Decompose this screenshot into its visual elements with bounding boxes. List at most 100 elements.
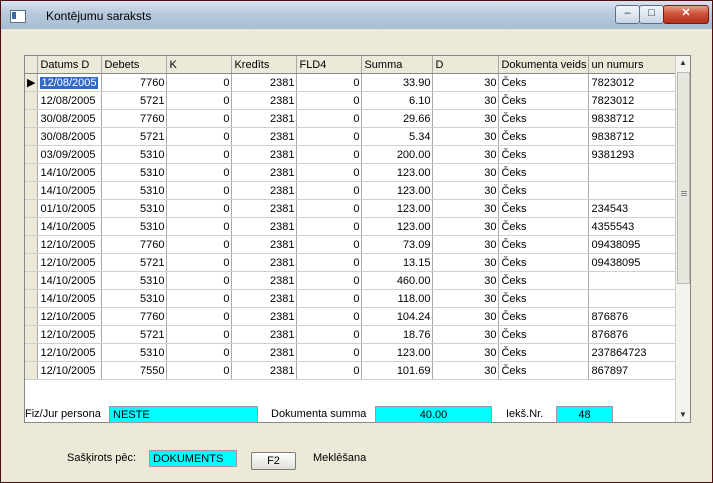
table-cell[interactable]: 0 xyxy=(296,325,363,344)
table-row[interactable]: 12/10/2005 5721 0 2381 0 13.15 30 Čeks 09438095 xyxy=(25,253,678,272)
table-cell[interactable]: 30 xyxy=(432,163,500,182)
table-cell[interactable] xyxy=(588,271,678,290)
table-cell[interactable]: 0 xyxy=(296,199,363,218)
table-cell[interactable]: Čeks xyxy=(498,361,590,380)
table-cell[interactable]: 104.24 xyxy=(361,307,434,326)
table-cell[interactable]: 101.69 xyxy=(361,361,434,380)
table-cell[interactable]: 30 xyxy=(432,343,500,362)
table-cell[interactable]: 2381 xyxy=(231,271,298,290)
table-cell[interactable]: 2381 xyxy=(231,109,298,128)
table-cell[interactable]: 0 xyxy=(296,91,363,110)
col-header-summa[interactable]: Summa xyxy=(361,56,434,74)
table-cell[interactable]: 12/10/2005 xyxy=(37,325,103,344)
col-header-d[interactable]: D xyxy=(432,56,500,74)
table-cell[interactable]: 0 xyxy=(296,343,363,362)
table-row[interactable]: 12/10/2005 5310 0 2381 0 123.00 30 Čeks 23786472… xyxy=(25,343,678,362)
table-cell[interactable]: 2381 xyxy=(231,199,298,218)
scroll-thumb[interactable] xyxy=(677,72,690,284)
table-cell[interactable]: 5310 xyxy=(101,181,168,200)
table-cell[interactable]: 5721 xyxy=(101,253,168,272)
table-cell[interactable]: 5.34 xyxy=(361,127,434,146)
row-indicator[interactable] xyxy=(25,181,39,200)
table-cell[interactable]: 0 xyxy=(296,253,363,272)
table-cell[interactable]: 2381 xyxy=(231,163,298,182)
table-cell[interactable]: 123.00 xyxy=(361,199,434,218)
col-header-kredits[interactable]: Kredīts xyxy=(231,56,298,74)
table-cell[interactable]: 2381 xyxy=(231,145,298,164)
table-cell[interactable]: 7760 xyxy=(101,307,168,326)
row-indicator[interactable] xyxy=(25,253,39,272)
table-cell[interactable]: 14/10/2005 xyxy=(37,181,103,200)
table-cell[interactable]: Čeks xyxy=(498,109,590,128)
row-indicator[interactable] xyxy=(25,199,39,218)
table-cell[interactable]: 9838712 xyxy=(588,127,678,146)
table-cell[interactable]: 2381 xyxy=(231,73,298,92)
col-header-datums[interactable]: Datums D xyxy=(37,56,103,74)
table-cell[interactable]: 12/08/2005 xyxy=(37,91,103,110)
table-cell[interactable]: 5310 xyxy=(101,163,168,182)
table-cell[interactable]: 5310 xyxy=(101,271,168,290)
table-cell[interactable]: 14/10/2005 xyxy=(37,271,103,290)
col-header-k[interactable]: K xyxy=(166,56,233,74)
table-cell[interactable]: 14/10/2005 xyxy=(37,289,103,308)
iek-nr-field[interactable]: 48 xyxy=(556,406,613,423)
table-cell[interactable]: 123.00 xyxy=(361,181,434,200)
table-cell[interactable]: 12/08/2005 xyxy=(37,73,103,92)
table-cell[interactable]: 30 xyxy=(432,109,500,128)
current-row-arrow-icon[interactable]: ▶ xyxy=(25,73,39,92)
table-cell[interactable]: 18.76 xyxy=(361,325,434,344)
table-cell[interactable]: 30 xyxy=(432,289,500,308)
close-button[interactable]: ✕ xyxy=(663,5,709,24)
table-cell[interactable]: 0 xyxy=(296,127,363,146)
table-cell[interactable]: Čeks xyxy=(498,325,590,344)
table-cell[interactable]: Čeks xyxy=(498,217,590,236)
table-cell[interactable] xyxy=(588,181,678,200)
table-cell[interactable]: 30 xyxy=(432,127,500,146)
table-cell[interactable]: 2381 xyxy=(231,181,298,200)
table-cell[interactable]: 03/09/2005 xyxy=(37,145,103,164)
table-cell[interactable]: 2381 xyxy=(231,91,298,110)
table-row[interactable]: 14/10/2005 5310 0 2381 0 123.00 30 Čeks 4355543 xyxy=(25,217,678,236)
table-cell[interactable]: 123.00 xyxy=(361,217,434,236)
table-cell[interactable]: 01/10/2005 xyxy=(37,199,103,218)
row-indicator[interactable] xyxy=(25,163,39,182)
row-indicator[interactable] xyxy=(25,217,39,236)
table-cell[interactable]: 876876 xyxy=(588,325,678,344)
table-cell[interactable]: 0 xyxy=(166,307,233,326)
row-indicator[interactable] xyxy=(25,343,39,362)
table-cell[interactable]: 2381 xyxy=(231,253,298,272)
table-row[interactable]: 12/10/2005 5721 0 2381 0 18.76 30 Čeks 876876 xyxy=(25,325,678,344)
table-cell[interactable]: 30 xyxy=(432,199,500,218)
row-indicator[interactable] xyxy=(25,271,39,290)
table-row[interactable]: 14/10/2005 5310 0 2381 0 460.00 30 Čeks xyxy=(25,271,678,290)
table-cell[interactable]: 5310 xyxy=(101,289,168,308)
table-cell[interactable]: 7760 xyxy=(101,235,168,254)
table-cell[interactable]: 2381 xyxy=(231,307,298,326)
table-cell[interactable]: 29.66 xyxy=(361,109,434,128)
table-cell[interactable]: 2381 xyxy=(231,289,298,308)
title-bar[interactable]: Kontējumu saraksts – □ ✕ xyxy=(1,1,712,29)
table-cell[interactable]: Čeks xyxy=(498,127,590,146)
scroll-up-icon[interactable]: ▲ xyxy=(676,56,690,70)
table-cell[interactable]: 30 xyxy=(432,253,500,272)
table-cell[interactable]: 0 xyxy=(166,181,233,200)
table-cell[interactable]: 0 xyxy=(166,127,233,146)
table-cell[interactable]: Čeks xyxy=(498,91,590,110)
col-header-un-numurs[interactable]: un numurs xyxy=(588,56,678,74)
maximize-button[interactable]: □ xyxy=(639,5,664,24)
table-cell[interactable]: 9838712 xyxy=(588,109,678,128)
f2-button[interactable]: F2 xyxy=(251,452,296,470)
table-cell[interactable]: 876876 xyxy=(588,307,678,326)
table-cell[interactable]: 30 xyxy=(432,307,500,326)
table-cell[interactable]: 0 xyxy=(166,199,233,218)
table-cell[interactable]: 5310 xyxy=(101,217,168,236)
row-indicator[interactable] xyxy=(25,127,39,146)
table-cell[interactable]: 33.90 xyxy=(361,73,434,92)
table-cell[interactable]: 0 xyxy=(296,145,363,164)
table-cell[interactable]: Čeks xyxy=(498,235,590,254)
table-cell[interactable]: 12/10/2005 xyxy=(37,235,103,254)
table-cell[interactable]: 7823012 xyxy=(588,73,678,92)
table-cell[interactable]: 30 xyxy=(432,325,500,344)
table-cell[interactable]: Čeks xyxy=(498,199,590,218)
minimize-button[interactable]: – xyxy=(615,5,640,24)
